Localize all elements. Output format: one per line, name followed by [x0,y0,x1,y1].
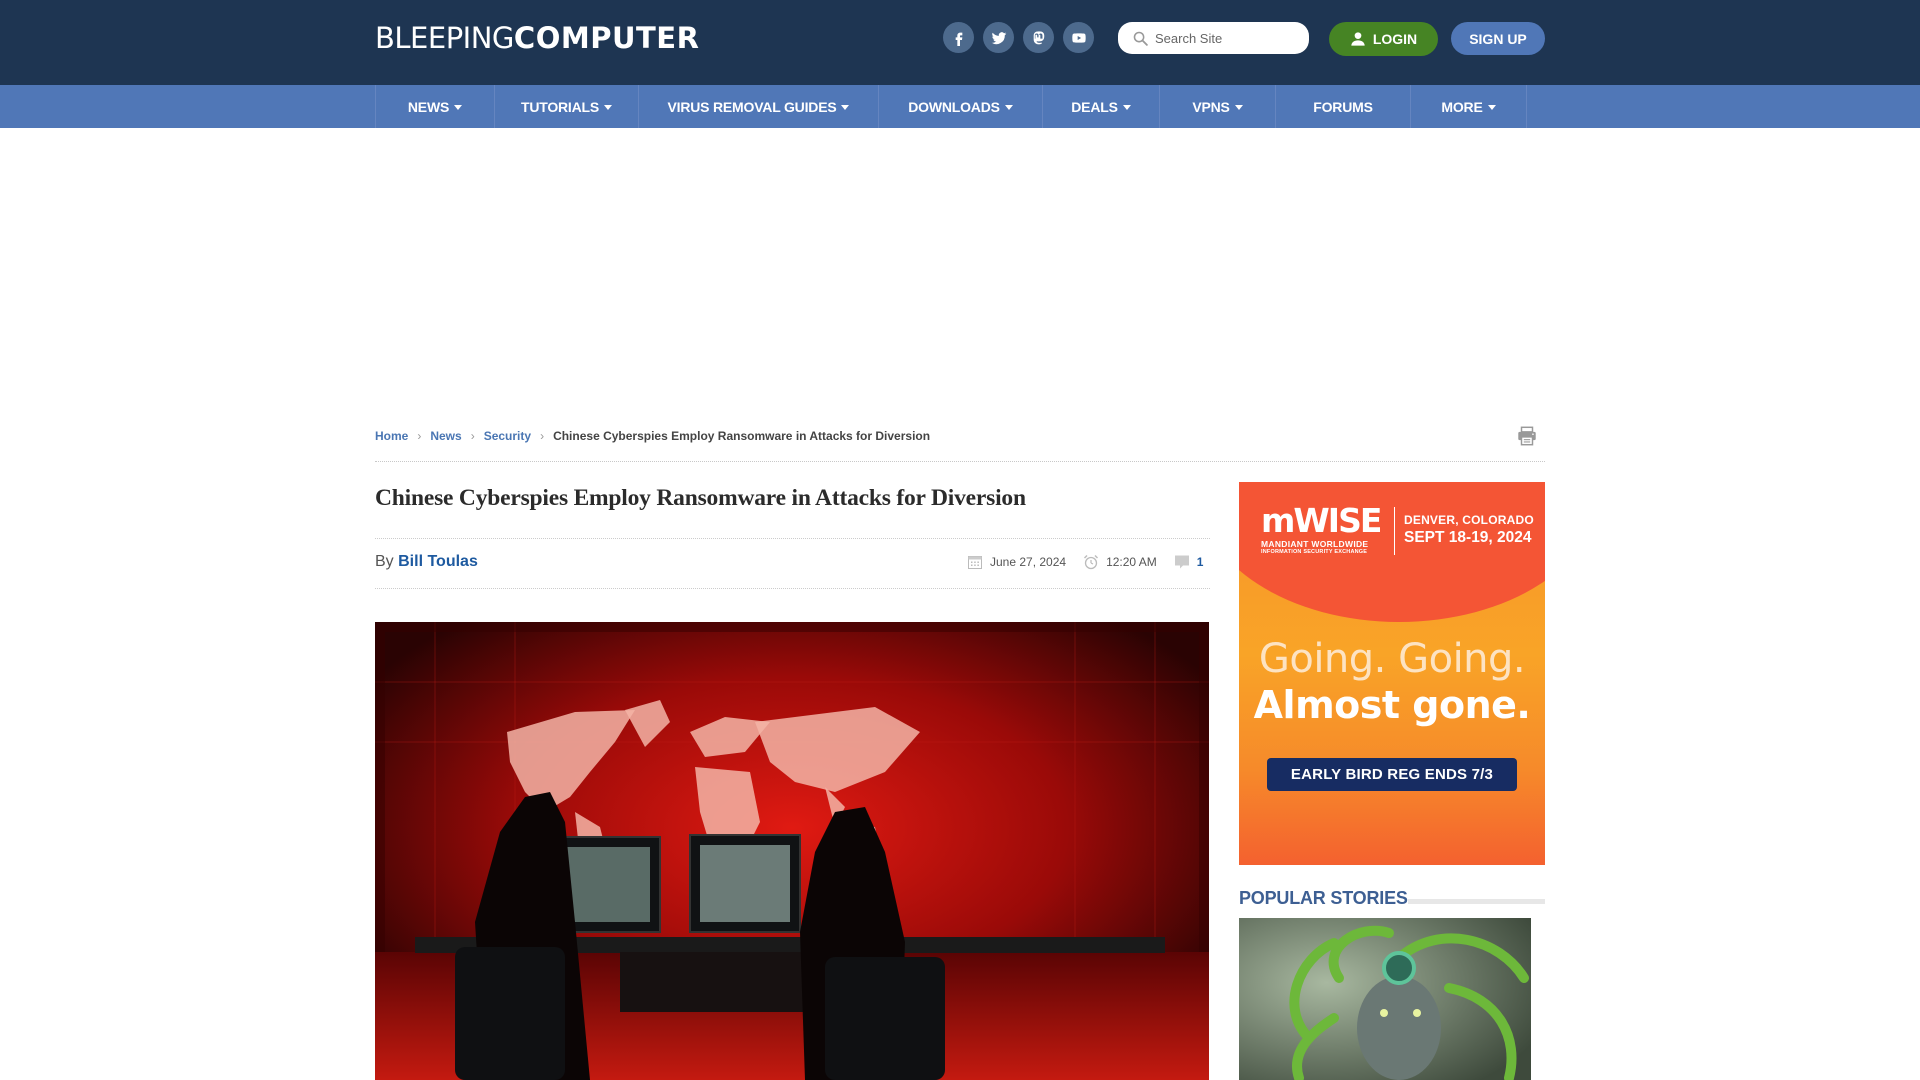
by-label: By [375,553,394,570]
divider [375,538,1210,539]
author-link[interactable]: Bill Toulas [398,553,478,570]
caret-down-icon [1004,104,1013,110]
site-header: BLEEPINGCOMPUTER LOGIN SIGN UP [0,0,1920,85]
popular-stories-heading: POPULAR STORIES [1239,888,1408,908]
byline: By Bill Toulas [375,553,478,571]
logo-bold-text: COMPUTER [513,21,700,55]
nav-item-forums[interactable]: FORUMS [1276,85,1411,128]
youtube-icon [1071,32,1086,43]
nav-item-downloads[interactable]: DOWNLOADS [879,85,1043,128]
nav-label: MORE [1441,98,1483,115]
nav-label: FORUMS [1313,98,1373,115]
nav-item-news[interactable]: NEWS [376,85,495,128]
publish-date: June 27, 2024 [990,555,1067,569]
ad-divider [1394,507,1395,555]
caret-down-icon [1487,104,1496,110]
clock-icon [1084,555,1099,570]
facebook-icon [955,32,962,46]
search-input[interactable] [1155,30,1305,46]
comment-icon[interactable] [1174,554,1190,570]
ad-dates: SEPT 18-19, 2024 [1404,529,1532,546]
login-button[interactable]: LOGIN [1329,22,1438,56]
main-nav: NEWS TUTORIALS VIRUS REMOVAL GUIDES DOWN… [0,85,1920,128]
divider [375,461,1545,462]
ad-headline-2: Almost gone. [1253,683,1531,727]
caret-down-icon [604,104,613,110]
site-logo[interactable]: BLEEPINGCOMPUTER [375,22,699,54]
ad-brand-sub2: INFORMATION SECURITY EXCHANGE [1261,549,1368,555]
breadcrumb: Home › News › Security › Chinese Cybersp… [375,429,930,443]
ad-brand-sub: MANDIANT WORLDWIDE [1261,539,1369,549]
nav-label: VPNS [1192,98,1230,115]
nav-label: DEALS [1071,98,1118,115]
nav-item-deals[interactable]: DEALS [1043,85,1160,128]
nav-item-virus-removal-guides[interactable]: VIRUS REMOVAL GUIDES [639,85,879,128]
popular-story-image[interactable] [1239,918,1531,1080]
breadcrumb-current: Chinese Cyberspies Employ Ransomware in … [553,429,931,443]
caret-down-icon [454,104,463,110]
caret-down-icon [841,104,850,110]
search-icon [1133,31,1148,46]
nav-label: TUTORIALS [520,98,600,115]
nav-item-more[interactable]: MORE [1411,85,1527,128]
search-box [1118,22,1309,54]
mastodon-button[interactable] [1023,22,1054,53]
signup-button[interactable]: SIGN UP [1451,22,1545,55]
breadcrumb-security[interactable]: Security [484,429,531,443]
divider [1408,899,1545,904]
nav-label: VIRUS REMOVAL GUIDES [667,98,837,115]
facebook-button[interactable] [943,22,974,53]
twitter-button[interactable] [983,22,1014,53]
caret-down-icon [1234,104,1243,110]
hero-illustration [375,622,1209,1080]
divider [375,588,1210,589]
chevron-right-icon: › [417,429,422,443]
sidebar-ad[interactable]: mWISE MANDIANT WORLDWIDE INFORMATION SEC… [1239,482,1545,865]
chevron-right-icon: › [540,429,545,443]
ad-location: DENVER, COLORADO [1404,513,1534,527]
breadcrumb-home[interactable]: Home [375,429,408,443]
print-icon[interactable] [1516,425,1538,447]
caret-down-icon [1122,104,1131,110]
article-hero-image [375,622,1209,1080]
nav-label: DOWNLOADS [908,98,1000,115]
article-meta: June 27, 2024 12:20 AM 1 [967,554,1203,570]
nav-item-vpns[interactable]: VPNS [1160,85,1276,128]
ad-brand: mWISE [1261,501,1382,540]
article-title: Chinese Cyberspies Employ Ransomware in … [375,485,1026,511]
ad-cta-button[interactable]: EARLY BIRD REG ENDS 7/3 [1267,758,1517,791]
calendar-icon [968,556,982,569]
logo-light-text: BLEEPING [375,21,514,55]
chevron-right-icon: › [470,429,475,443]
breadcrumb-news[interactable]: News [430,429,461,443]
story-thumbnail [1239,918,1531,1080]
ad-headline-1: Going. Going. [1258,636,1526,682]
youtube-button[interactable] [1063,22,1094,53]
social-links [943,22,1094,53]
publish-time: 12:20 AM [1106,555,1157,569]
login-label: LOGIN [1372,31,1418,47]
user-icon [1351,32,1365,46]
twitter-icon [991,31,1006,44]
signup-label: SIGN UP [1469,30,1527,47]
nav-item-tutorials[interactable]: TUTORIALS [495,85,639,128]
comment-count[interactable]: 1 [1197,555,1204,569]
mastodon-icon [1033,30,1044,44]
nav-label: NEWS [407,98,450,115]
